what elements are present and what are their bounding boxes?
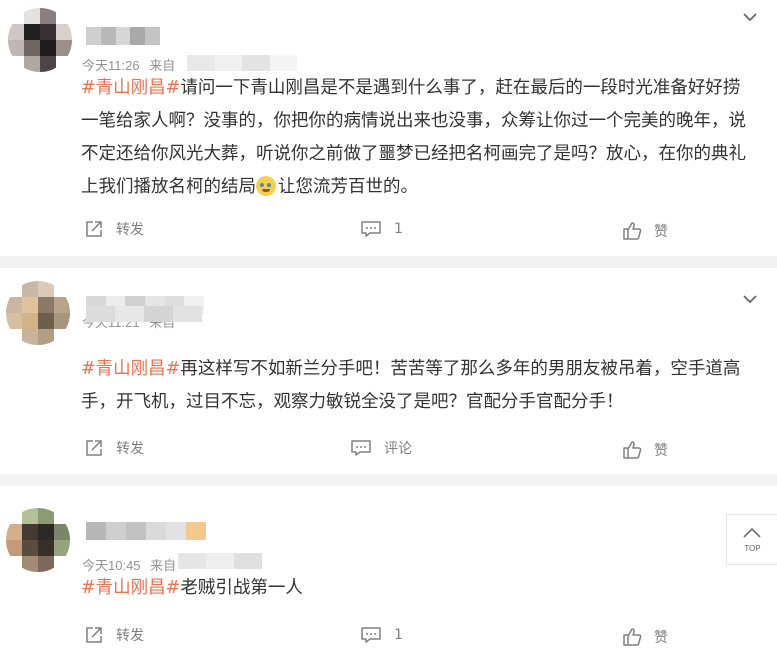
comment-icon	[361, 221, 381, 237]
comment-card: 今天10:45 来自 #青山刚昌#老贼引战第一人 转发 1 赞	[0, 486, 777, 652]
chevron-down-icon[interactable]	[743, 294, 757, 304]
chevron-down-icon[interactable]	[743, 12, 757, 22]
username[interactable]	[86, 27, 160, 45]
avatar[interactable]	[6, 508, 70, 572]
repost-label: 转发	[116, 441, 144, 457]
thumbs-up-icon	[623, 628, 642, 646]
repost-button[interactable]: 转发	[84, 219, 144, 239]
repost-button[interactable]: 转发	[84, 625, 144, 645]
avatar[interactable]	[6, 281, 70, 345]
source-name	[86, 306, 202, 322]
like-label: 赞	[654, 224, 668, 240]
comment-button[interactable]: 1	[360, 219, 403, 239]
repost-icon	[86, 627, 102, 643]
comment-card: 今天11:26 来自 #青山刚昌#请问一下青山刚昌是不是遇到什么事了，赶在最后的…	[0, 0, 777, 256]
repost-icon	[86, 440, 102, 456]
repost-icon	[86, 221, 102, 237]
comment-time: 今天10:45	[82, 558, 141, 573]
like-button[interactable]: 赞	[622, 440, 668, 460]
comment-source: 来自	[149, 58, 176, 73]
source-name	[178, 553, 262, 569]
back-to-top-label: TOP	[744, 544, 761, 553]
tearful-smile-emoji-icon	[256, 176, 276, 196]
source-name	[187, 55, 297, 71]
comment-text: #青山刚昌#请问一下青山刚昌是不是遇到什么事了，赶在最后的一段时光准备好好捞一笔…	[81, 78, 746, 197]
comment-icon	[361, 627, 381, 643]
like-button[interactable]: 赞	[622, 627, 668, 647]
chevron-up-icon	[743, 527, 761, 538]
like-label: 赞	[654, 630, 668, 646]
thumbs-up-icon	[623, 222, 642, 240]
like-button[interactable]: 赞	[622, 221, 668, 241]
comment-button[interactable]: 1	[360, 625, 403, 645]
comment-count: 1	[394, 627, 403, 643]
comment-text: #青山刚昌#再这样写不如新兰分手吧！苦苦等了那么多年的男朋友被吊着，空手道高手，…	[81, 359, 741, 412]
comment-source: 来自	[150, 558, 177, 573]
repost-button[interactable]: 转发	[84, 438, 144, 458]
back-to-top-button[interactable]: TOP	[726, 514, 777, 565]
comment-button[interactable]: 评论	[350, 438, 412, 458]
repost-label: 转发	[116, 628, 144, 644]
comment-icon	[351, 440, 371, 456]
comment-count: 1	[394, 221, 403, 237]
username[interactable]	[86, 522, 206, 540]
hashtag-link[interactable]: #青山刚昌#	[81, 578, 180, 598]
comment-text: #青山刚昌#老贼引战第一人	[81, 578, 303, 598]
hashtag-link[interactable]: #青山刚昌#	[81, 359, 180, 379]
like-label: 赞	[654, 443, 668, 459]
comment-card: 今天11:21 来自 #青山刚昌#再这样写不如新兰分手吧！苦苦等了那么多年的男朋…	[0, 268, 777, 474]
comment-label: 评论	[384, 441, 412, 457]
thumbs-up-icon	[623, 441, 642, 459]
comment-time: 今天11:26	[82, 58, 140, 73]
repost-label: 转发	[116, 222, 144, 238]
avatar[interactable]	[8, 8, 72, 72]
hashtag-link[interactable]: #青山刚昌#	[81, 78, 180, 98]
